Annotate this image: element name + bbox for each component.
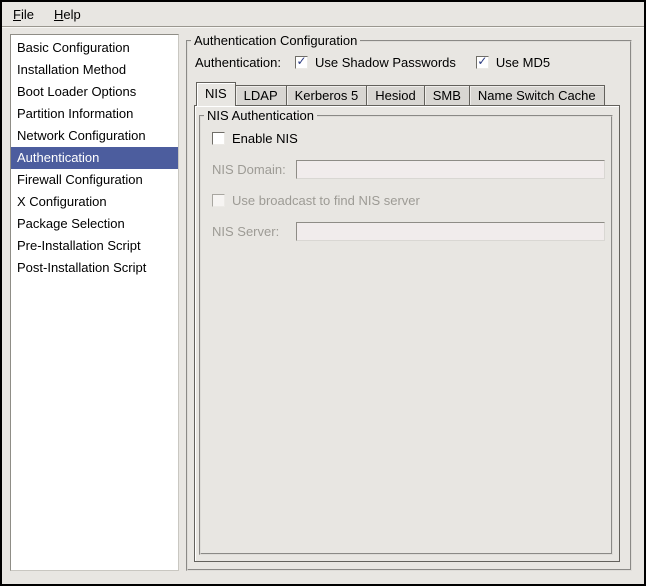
tab-bar: NIS LDAP Kerberos 5 Hesiod SMB Name Swit… bbox=[194, 82, 620, 105]
sidebar-item-basic-configuration[interactable]: Basic Configuration bbox=[11, 37, 178, 59]
checkbox-checked-icon: ✓ bbox=[295, 56, 308, 69]
checkbox-unchecked-icon bbox=[212, 132, 225, 145]
sidebar-item-network-configuration[interactable]: Network Configuration bbox=[11, 125, 178, 147]
nis-tab-page: NIS Authentication Enable NIS NIS Domain… bbox=[194, 105, 620, 562]
tab-ldap[interactable]: LDAP bbox=[235, 85, 287, 105]
nis-domain-label: NIS Domain: bbox=[212, 162, 296, 177]
sidebar-item-authentication[interactable]: Authentication bbox=[11, 147, 178, 169]
authentication-label: Authentication: bbox=[195, 55, 281, 70]
sidebar-item-firewall-configuration[interactable]: Firewall Configuration bbox=[11, 169, 178, 191]
nis-domain-row: NIS Domain: bbox=[212, 160, 607, 179]
nis-domain-input bbox=[296, 160, 605, 179]
menu-file[interactable]: File bbox=[8, 5, 39, 24]
tab-name-switch-cache[interactable]: Name Switch Cache bbox=[469, 85, 605, 105]
auth-notebook: NIS LDAP Kerberos 5 Hesiod SMB Name Swit… bbox=[194, 82, 620, 562]
window-content: Basic Configuration Installation Method … bbox=[2, 27, 644, 584]
menu-bar: File Help bbox=[2, 2, 644, 27]
enable-nis-checkbox[interactable]: Enable NIS bbox=[212, 131, 298, 146]
kickstart-configurator-window: File Help Basic Configuration Installati… bbox=[0, 0, 646, 586]
use-shadow-passwords-checkbox[interactable]: ✓ Use Shadow Passwords bbox=[295, 55, 456, 70]
use-broadcast-label: Use broadcast to find NIS server bbox=[232, 193, 420, 208]
nis-server-row: NIS Server: bbox=[212, 222, 607, 241]
nis-server-input bbox=[296, 222, 605, 241]
tab-hesiod[interactable]: Hesiod bbox=[366, 85, 424, 105]
nis-server-label: NIS Server: bbox=[212, 224, 296, 239]
use-broadcast-checkbox: Use broadcast to find NIS server bbox=[212, 193, 420, 208]
enable-nis-row: Enable NIS bbox=[212, 131, 607, 146]
checkbox-unchecked-icon bbox=[212, 194, 225, 207]
sidebar-item-installation-method[interactable]: Installation Method bbox=[11, 59, 178, 81]
frame-title: Authentication Configuration bbox=[191, 33, 360, 49]
sidebar-item-package-selection[interactable]: Package Selection bbox=[11, 213, 178, 235]
sidebar-item-post-installation-script[interactable]: Post-Installation Script bbox=[11, 257, 178, 279]
use-md5-checkbox[interactable]: ✓ Use MD5 bbox=[476, 55, 550, 70]
section-list: Basic Configuration Installation Method … bbox=[10, 34, 179, 571]
authentication-configuration-frame: Authentication Configuration Authenticat… bbox=[186, 40, 632, 571]
menu-help[interactable]: Help bbox=[49, 5, 86, 24]
tab-kerberos5[interactable]: Kerberos 5 bbox=[286, 85, 368, 105]
nis-authentication-frame: NIS Authentication Enable NIS NIS Domain… bbox=[199, 115, 613, 555]
sidebar-item-pre-installation-script[interactable]: Pre-Installation Script bbox=[11, 235, 178, 257]
authentication-options-row: Authentication: ✓ Use Shadow Passwords ✓… bbox=[195, 55, 623, 70]
tab-nis[interactable]: NIS bbox=[196, 82, 236, 106]
sidebar-item-partition-information[interactable]: Partition Information bbox=[11, 103, 178, 125]
tab-smb[interactable]: SMB bbox=[424, 85, 470, 105]
broadcast-row: Use broadcast to find NIS server bbox=[212, 193, 607, 208]
use-md5-label: Use MD5 bbox=[496, 55, 550, 70]
nis-frame-title: NIS Authentication bbox=[204, 108, 317, 124]
checkbox-checked-icon: ✓ bbox=[476, 56, 489, 69]
sidebar-item-boot-loader-options[interactable]: Boot Loader Options bbox=[11, 81, 178, 103]
use-shadow-passwords-label: Use Shadow Passwords bbox=[315, 55, 456, 70]
sidebar-item-x-configuration[interactable]: X Configuration bbox=[11, 191, 178, 213]
enable-nis-label: Enable NIS bbox=[232, 131, 298, 146]
